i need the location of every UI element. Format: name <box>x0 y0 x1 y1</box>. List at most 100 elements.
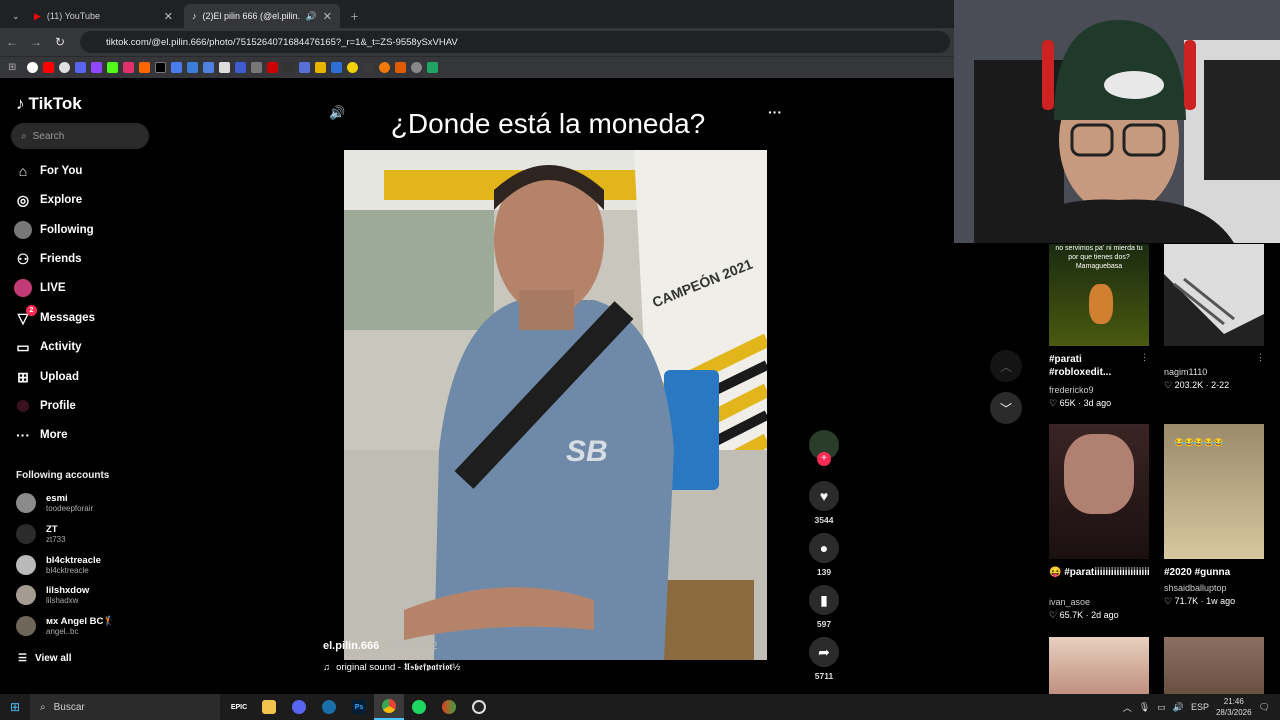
account-item[interactable]: ᴍx Angel BC🏌 angel..bc <box>16 616 115 636</box>
more-options-icon[interactable]: ⋮ <box>1256 352 1265 363</box>
account-item[interactable]: bl4cktreacle bl4cktreacle <box>16 555 101 575</box>
feed-thumbnail[interactable]: no servimos pa' ni mierda tu por que tie… <box>1049 244 1149 346</box>
bookmark-icon[interactable] <box>235 62 247 73</box>
bookmark-icon[interactable] <box>411 62 423 73</box>
follow-plus-icon[interactable]: + <box>817 452 831 466</box>
like-button[interactable]: ♥ 3544 <box>808 481 840 525</box>
feed-title[interactable]: 😝 #paratiiiiiiiiiiiiiiiiiiii... <box>1049 566 1149 579</box>
new-tab-button[interactable]: ＋ <box>342 4 367 28</box>
language-indicator[interactable]: ESP <box>1191 702 1209 712</box>
kick-icon[interactable] <box>107 62 119 73</box>
obs-app[interactable] <box>464 694 494 720</box>
microphone-icon[interactable]: 🎙 <box>1139 702 1150 713</box>
bookmark-icon[interactable] <box>363 62 375 73</box>
nav-friends[interactable]: ⚇ Friends <box>14 248 82 270</box>
feed-user[interactable]: ivan_asoe <box>1049 597 1090 607</box>
feed-user[interactable]: nagim1110 <box>1164 367 1207 377</box>
feed-thumbnail[interactable] <box>1164 244 1264 346</box>
bookmark-icon[interactable] <box>299 62 311 73</box>
bookmark-icon[interactable] <box>219 62 231 73</box>
nav-messages[interactable]: ▽ 2 Messages <box>14 305 95 329</box>
account-item[interactable]: lilshxdow lilshadxw <box>16 585 89 605</box>
x-icon[interactable] <box>155 62 167 73</box>
nav-following[interactable]: Following <box>14 219 94 241</box>
app-icon[interactable] <box>434 694 464 720</box>
next-post-button[interactable]: ﹀ <box>990 392 1022 424</box>
clock[interactable]: 21:46 28/3/2026 <box>1216 696 1252 718</box>
tab-tiktok[interactable]: ♪ (2)El pilin 666 (@el.pilin.66… 🔊 ✕ <box>184 4 340 28</box>
taskbar-search[interactable]: ⌕ Buscar <box>30 694 220 720</box>
feed-thumbnail[interactable] <box>1049 424 1149 559</box>
bookmark-icon[interactable] <box>171 62 183 73</box>
bookmark-icon[interactable] <box>267 62 279 73</box>
chevron-up-icon[interactable]: ︿ <box>1123 701 1132 714</box>
feed-title[interactable]: #2020 #gunna <box>1164 566 1230 579</box>
nav-more[interactable]: ··· More <box>14 424 67 446</box>
epic-games-app[interactable]: EPIC <box>224 694 254 720</box>
post-sound[interactable]: ♫ original sound - 𝖀𝖘𝖇𝖊𝖋𝖕𝖆𝖙𝖗𝖎𝖔𝖙½ <box>323 662 460 673</box>
feed-thumbnail[interactable] <box>1164 637 1264 694</box>
bookmark-icon[interactable] <box>283 62 295 73</box>
bookmark-icon[interactable] <box>395 62 407 73</box>
instagram-icon[interactable] <box>123 62 135 73</box>
google-icon[interactable] <box>27 62 39 73</box>
author-avatar-button[interactable]: + <box>808 430 840 466</box>
account-item[interactable]: esmi toodeepforair <box>16 493 93 513</box>
nav-for-you[interactable]: ⌂ For You <box>14 160 83 182</box>
file-explorer-app[interactable] <box>254 694 284 720</box>
search-input[interactable]: ⌕ Search <box>11 123 149 149</box>
close-icon[interactable]: ✕ <box>323 10 332 23</box>
previous-post-button[interactable]: ︿ <box>990 350 1022 382</box>
view-all-link[interactable]: ☰ View all <box>18 647 71 669</box>
comment-button[interactable]: ● 139 <box>808 533 840 577</box>
nav-activity[interactable]: ▭ Activity <box>14 336 81 358</box>
bookmark-icon[interactable] <box>347 62 359 73</box>
network-icon[interactable]: ▭ <box>1157 702 1166 713</box>
post-photo[interactable]: SB CAMPEÓN 2021 <box>344 150 767 660</box>
url-field[interactable]: tiktok.com/@el.pilin.666/photo/751526407… <box>80 31 950 53</box>
nav-live[interactable]: LIVE <box>14 277 66 299</box>
account-item[interactable]: ZT zt733 <box>16 524 66 544</box>
tab-search-icon[interactable]: ⌄ <box>4 4 24 28</box>
feed-thumbnail[interactable]: 😂😂😂😂😂 <box>1164 424 1264 559</box>
nav-profile[interactable]: Profile <box>14 395 76 417</box>
discord-icon[interactable] <box>75 62 87 73</box>
feed-thumbnail[interactable] <box>1049 637 1149 694</box>
close-icon[interactable]: ✕ <box>164 10 173 23</box>
bookmark-icon[interactable] <box>187 62 199 73</box>
bookmark-icon[interactable] <box>331 62 343 73</box>
soundcloud-icon[interactable] <box>139 62 151 73</box>
forward-icon[interactable]: → <box>24 35 48 49</box>
bookmark-icon[interactable] <box>379 62 391 73</box>
reload-icon[interactable]: ↻ <box>48 35 72 49</box>
steam-app[interactable] <box>314 694 344 720</box>
more-options-icon[interactable]: ⋮ <box>1140 352 1149 363</box>
back-icon[interactable]: ← <box>0 35 24 49</box>
discord-app[interactable] <box>284 694 314 720</box>
start-button[interactable]: ⊞ <box>0 694 30 720</box>
sheets-icon[interactable] <box>427 62 439 73</box>
feed-user[interactable]: fredericko9 <box>1049 385 1094 395</box>
volume-icon[interactable]: 🔊 <box>329 105 345 121</box>
bookmark-icon[interactable] <box>59 62 71 73</box>
spotify-app[interactable] <box>404 694 434 720</box>
tab-youtube[interactable]: ▶ (11) YouTube ✕ <box>26 4 181 28</box>
photoshop-app[interactable]: Ps <box>344 694 374 720</box>
feed-title[interactable]: #parati #robloxedit... <box>1049 353 1139 379</box>
notification-icon[interactable]: 🗨 <box>1259 702 1270 713</box>
bookmark-icon[interactable] <box>203 62 215 73</box>
tiktok-logo[interactable]: ♪ TikTok <box>16 94 82 114</box>
share-button[interactable]: ➦ 5711 <box>808 637 840 681</box>
apps-icon[interactable]: ⊞ <box>8 62 16 73</box>
bookmark-icon[interactable] <box>251 62 263 73</box>
speaker-icon[interactable]: 🔊 <box>306 11 317 22</box>
post-author[interactable]: el.pilin.666 <box>323 640 379 652</box>
feed-user[interactable]: shsaidballuptop <box>1164 583 1227 593</box>
nav-explore[interactable]: ◎ Explore <box>14 189 82 211</box>
chrome-app[interactable] <box>374 694 404 720</box>
nav-upload[interactable]: ⊞ Upload <box>14 366 79 388</box>
twitch-icon[interactable] <box>91 62 103 73</box>
more-options-icon[interactable]: ··· <box>768 104 782 120</box>
bookmark-icon[interactable] <box>315 62 327 73</box>
volume-icon[interactable]: 🔊 <box>1173 702 1184 713</box>
